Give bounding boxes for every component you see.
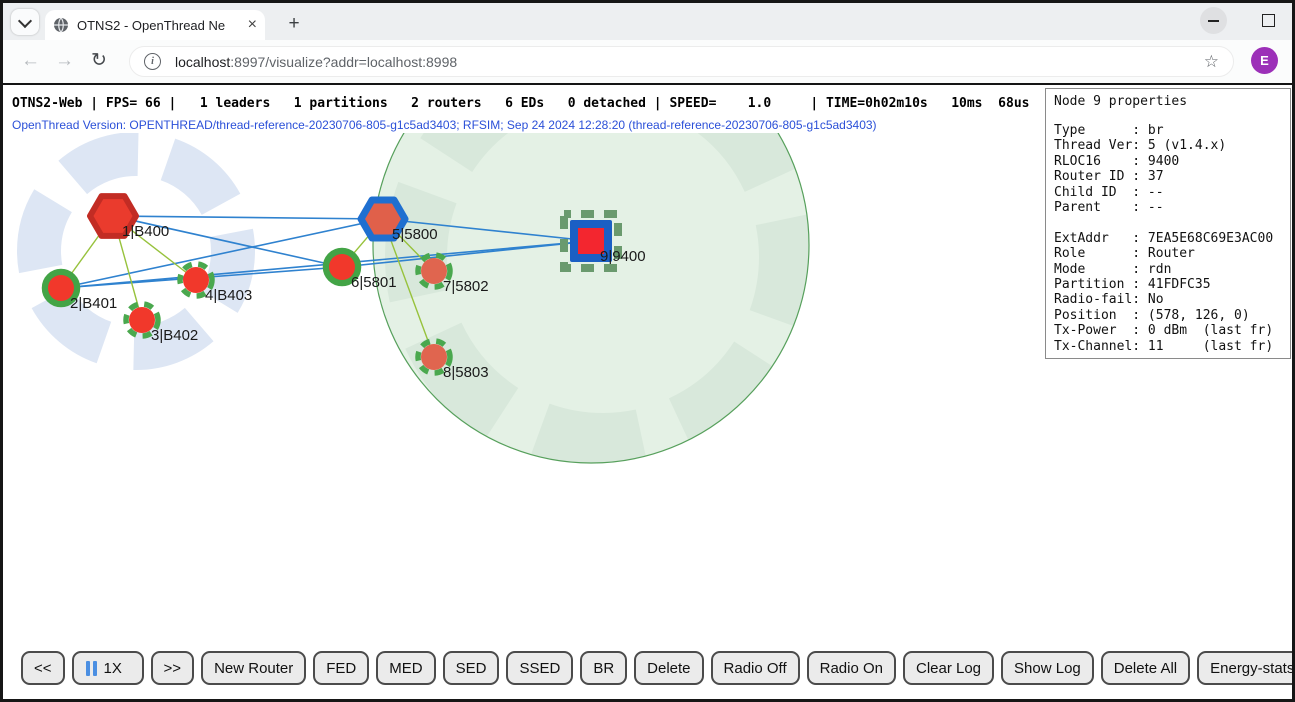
speed-button[interactable]: 1X [72,651,144,685]
pause-icon [86,661,97,676]
node-properties-text: Type : br Thread Ver: 5 (v1.4.x) RLOC16 … [1054,123,1282,354]
url-text[interactable]: localhost:8997/visualize?addr=localhost:… [175,54,1196,70]
step-back-button[interactable]: << [21,651,65,685]
router-link [113,216,383,219]
new-ssed-button[interactable]: SSED [506,651,573,685]
navigation-bar: ← → ↻ i localhost:8997/visualize?addr=lo… [3,40,1292,85]
reload-button[interactable]: ↻ [91,50,107,72]
delete-all-button[interactable]: Delete All [1101,651,1190,685]
button-label: FED [326,660,356,677]
maximize-icon [1262,14,1275,27]
back-button[interactable]: ← [21,50,40,72]
maximize-button[interactable] [1255,7,1282,34]
node-label: 5|5800 [392,226,438,243]
button-label: >> [164,660,182,677]
button-label: New Router [214,660,293,677]
minimize-button[interactable] [1200,7,1227,34]
new-med-button[interactable]: MED [376,651,435,685]
button-label: MED [389,660,422,677]
otns-page: OTNS2-Web | FPS= 66 | 1 leaders 1 partit… [3,85,1292,699]
new-router-button[interactable]: New Router [201,651,306,685]
button-label: Energy-stats ↗ [1210,659,1295,677]
button-label: SSED [519,660,560,677]
button-label: Clear Log [916,660,981,677]
bookmark-star-icon[interactable]: ☆ [1204,52,1219,72]
energy-stats-button[interactable]: Energy-stats ↗ [1197,651,1295,685]
button-label: BR [593,660,614,677]
button-label: Delete [647,660,690,677]
tab-search-button[interactable] [11,9,39,35]
step-forward-button[interactable]: >> [151,651,195,685]
button-label: Radio Off [724,660,787,677]
new-sed-button[interactable]: SED [443,651,500,685]
site-info-icon[interactable]: i [144,53,161,70]
node-label: 2|B401 [70,295,117,312]
node-label: 9|9400 [600,248,646,265]
tab-title: OTNS2 - OpenThread Ne [77,18,242,33]
radio-on-button[interactable]: Radio On [807,651,896,685]
node-label: 7|5802 [443,278,489,295]
simulation-status-line: OTNS2-Web | FPS= 66 | 1 leaders 1 partit… [12,96,1029,111]
new-fed-button[interactable]: FED [313,651,369,685]
new-br-button[interactable]: BR [580,651,627,685]
button-label: 1X [104,660,122,677]
button-label: Radio On [820,660,883,677]
node-label: 8|5803 [443,364,489,381]
delete-button[interactable]: Delete [634,651,703,685]
profile-avatar[interactable]: E [1251,47,1278,74]
button-label: SED [456,660,487,677]
node-1[interactable]: 1|B400 [90,196,169,240]
tab-close-icon[interactable]: × [248,17,257,33]
node-properties-title: Node 9 properties [1054,94,1282,109]
clear-log-button[interactable]: Clear Log [903,651,994,685]
address-bar[interactable]: i localhost:8997/visualize?addr=localhos… [129,46,1234,77]
browser-window: OTNS2 - OpenThread Ne × + ← → ↻ i localh… [0,0,1295,702]
chevron-down-icon [18,13,32,27]
simulation-toolbar: << 1X >> New Router FED MED SED SSED BR Delete Rad… [21,651,1295,685]
button-label: << [34,660,52,677]
button-label: Show Log [1014,660,1081,677]
node-properties-panel: Node 9 properties Type : br Thread Ver: … [1045,88,1291,359]
new-tab-button[interactable]: + [281,11,307,37]
show-log-button[interactable]: Show Log [1001,651,1094,685]
globe-favicon-icon [53,17,69,33]
button-label: Delete All [1114,660,1177,677]
node-label: 4|B403 [205,287,252,304]
tab-bar: OTNS2 - OpenThread Ne × + [3,3,1292,40]
openthread-version-link[interactable]: OpenThread Version: OPENTHREAD/thread-re… [12,118,877,132]
node-label: 3|B402 [151,327,198,344]
node-label: 1|B400 [122,223,169,240]
forward-button[interactable]: → [55,50,74,72]
minimize-icon [1208,20,1219,22]
radio-off-button[interactable]: Radio Off [711,651,800,685]
node-label: 6|5801 [351,274,397,291]
active-tab[interactable]: OTNS2 - OpenThread Ne × [45,10,265,40]
